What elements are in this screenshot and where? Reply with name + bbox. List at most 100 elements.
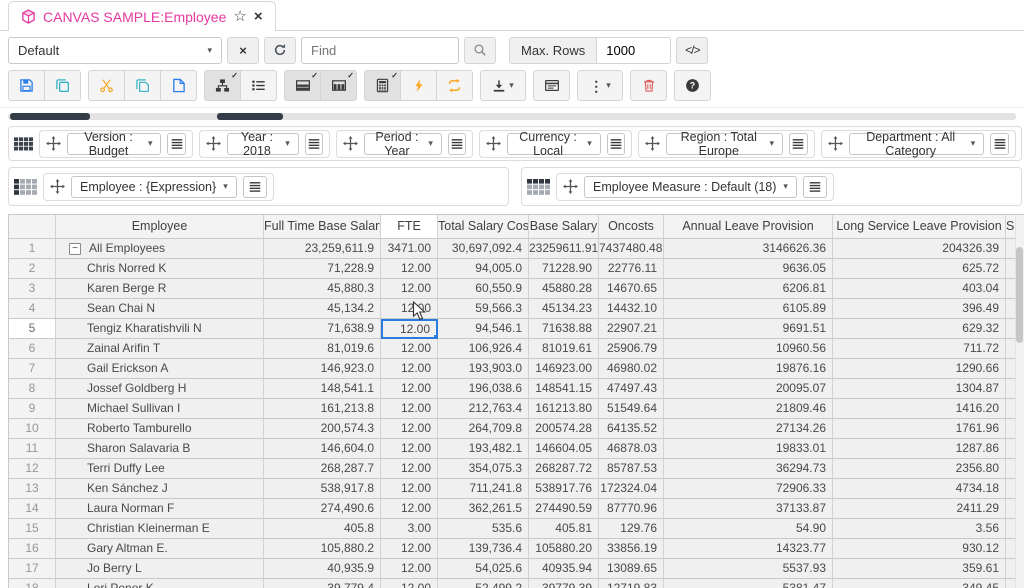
member-list-button[interactable] xyxy=(167,133,185,155)
value-cell[interactable]: 4734.18 xyxy=(833,479,1006,499)
value-cell[interactable]: 3471.00 xyxy=(381,239,438,259)
employee-cell[interactable]: Chris Norred K xyxy=(56,259,264,279)
value-cell[interactable]: 59,566.3 xyxy=(438,299,529,319)
value-cell[interactable]: 711.72 xyxy=(833,339,1006,359)
value-cell[interactable]: 274,490.6 xyxy=(264,499,381,519)
value-cell[interactable]: 2411.29 xyxy=(833,499,1006,519)
value-cell[interactable]: 362,261.5 xyxy=(438,499,529,519)
value-cell[interactable]: 46878.03 xyxy=(599,439,664,459)
value-cell[interactable]: 45880.28 xyxy=(529,279,599,299)
value-cell[interactable]: 33856.19 xyxy=(599,539,664,559)
employee-cell[interactable]: Jossef Goldberg H xyxy=(56,379,264,399)
value-cell[interactable]: 105,880.2 xyxy=(264,539,381,559)
row-number-cell[interactable]: 8 xyxy=(9,379,56,399)
move-icon[interactable] xyxy=(46,136,61,151)
value-cell[interactable]: 12.00 xyxy=(381,539,438,559)
employee-cell[interactable]: Laura Norman F xyxy=(56,499,264,519)
employee-cell[interactable]: Gary Altman E. xyxy=(56,539,264,559)
value-cell[interactable]: 5381.47 xyxy=(664,579,833,588)
employee-cell[interactable]: Tengiz Kharatishvili N xyxy=(56,319,264,339)
value-cell[interactable]: 1304.87 xyxy=(833,379,1006,399)
value-cell[interactable]: 268,287.7 xyxy=(264,459,381,479)
value-cell[interactable]: 535.6 xyxy=(438,519,529,539)
form-view-button[interactable] xyxy=(533,70,570,101)
value-cell[interactable]: 22907.21 xyxy=(599,319,664,339)
value-cell[interactable]: 52,499.2 xyxy=(438,579,529,588)
value-cell[interactable]: 193,482.1 xyxy=(438,439,529,459)
employee-cell[interactable]: Terri Duffy Lee xyxy=(56,459,264,479)
value-cell[interactable]: 359.61 xyxy=(833,559,1006,579)
value-cell[interactable]: 30,697,092.4 xyxy=(438,239,529,259)
value-cell[interactable]: 13089.65 xyxy=(599,559,664,579)
value-cell[interactable]: 172324.04 xyxy=(599,479,664,499)
filter-dropdown-currency[interactable]: Currency : Local ▾ xyxy=(507,133,601,155)
value-cell[interactable]: 23,259,611.9 xyxy=(264,239,381,259)
value-cell[interactable]: 22776.11 xyxy=(599,259,664,279)
value-cell[interactable]: 39779.39 xyxy=(529,579,599,588)
column-layout-button[interactable]: ✓ xyxy=(320,70,357,101)
column-header-annual-leave-provision[interactable]: Annual Leave Provision xyxy=(664,215,833,239)
value-cell[interactable]: 6206.81 xyxy=(664,279,833,299)
value-cell[interactable]: 1287.86 xyxy=(833,439,1006,459)
search-button[interactable] xyxy=(464,37,496,64)
column-header-oncosts[interactable]: Oncosts xyxy=(599,215,664,239)
find-input[interactable] xyxy=(301,37,459,64)
filter-dropdown-region[interactable]: Region : Total Europe ▾ xyxy=(666,133,783,155)
tab-canvas-sample-employee[interactable]: CANVAS SAMPLE:Employee ☆ × xyxy=(8,1,276,31)
value-cell[interactable]: 64135.52 xyxy=(599,419,664,439)
view-select[interactable]: Default ▾ xyxy=(8,37,222,64)
value-cell[interactable]: 2356.80 xyxy=(833,459,1006,479)
value-cell[interactable]: 3.56 xyxy=(833,519,1006,539)
value-cell[interactable]: 12.00 xyxy=(381,379,438,399)
value-cell[interactable]: 148,541.1 xyxy=(264,379,381,399)
row-number-cell[interactable]: 3 xyxy=(9,279,56,299)
value-cell[interactable]: 23259611.91 xyxy=(529,239,599,259)
value-cell[interactable]: 146923.00 xyxy=(529,359,599,379)
column-header-employee[interactable]: Employee xyxy=(56,215,264,239)
row-number-cell[interactable]: 9 xyxy=(9,399,56,419)
value-cell[interactable]: 39,779.4 xyxy=(264,579,381,588)
employee-cell[interactable]: Michael Sullivan I xyxy=(56,399,264,419)
value-cell[interactable]: 1761.96 xyxy=(833,419,1006,439)
employee-cell[interactable]: Karen Berge R xyxy=(56,279,264,299)
value-cell[interactable]: 3146626.36 xyxy=(664,239,833,259)
row-number-cell[interactable]: 13 xyxy=(9,479,56,499)
value-cell[interactable]: 274490.59 xyxy=(529,499,599,519)
employee-cell[interactable]: −All Employees xyxy=(56,239,264,259)
move-icon[interactable] xyxy=(828,136,843,151)
value-cell[interactable]: 161,213.8 xyxy=(264,399,381,419)
value-cell[interactable]: 12.00 xyxy=(381,499,438,519)
value-cell[interactable]: 129.76 xyxy=(599,519,664,539)
value-cell[interactable]: 40935.94 xyxy=(529,559,599,579)
row-layout-button[interactable]: ✓ xyxy=(284,70,321,101)
value-cell[interactable]: 12.00 xyxy=(381,259,438,279)
employee-cell[interactable]: Jo Berry L xyxy=(56,559,264,579)
value-cell[interactable]: 46980.02 xyxy=(599,359,664,379)
value-cell[interactable]: 204326.39 xyxy=(833,239,1006,259)
value-cell[interactable]: 12.00 xyxy=(381,479,438,499)
row-number-cell[interactable]: 18 xyxy=(9,579,56,588)
value-cell[interactable]: 40,935.9 xyxy=(264,559,381,579)
column-header-base-salary[interactable]: Base Salary xyxy=(529,215,599,239)
column-header-total-salary-costs[interactable]: Total Salary Costs xyxy=(438,215,529,239)
row-number-cell[interactable]: 11 xyxy=(9,439,56,459)
row-number-cell[interactable]: 4 xyxy=(9,299,56,319)
value-cell[interactable]: 403.04 xyxy=(833,279,1006,299)
value-cell[interactable]: 94,546.1 xyxy=(438,319,529,339)
value-cell[interactable]: 200,574.3 xyxy=(264,419,381,439)
filter-dropdown-period[interactable]: Period : Year ▾ xyxy=(364,133,442,155)
value-cell[interactable]: 146604.05 xyxy=(529,439,599,459)
splitter-handle[interactable] xyxy=(10,113,90,120)
value-cell[interactable]: 12.00 xyxy=(381,359,438,379)
filter-dropdown-version[interactable]: Version : Budget ▾ xyxy=(67,133,161,155)
value-cell[interactable]: 14432.10 xyxy=(599,299,664,319)
row-number-cell[interactable]: 14 xyxy=(9,499,56,519)
value-cell[interactable]: 12.00 xyxy=(381,339,438,359)
value-cell[interactable]: 72906.33 xyxy=(664,479,833,499)
value-cell[interactable]: 47497.43 xyxy=(599,379,664,399)
row-number-cell[interactable]: 10 xyxy=(9,419,56,439)
value-cell[interactable]: 106,926.4 xyxy=(438,339,529,359)
employee-cell[interactable]: Sharon Salavaria B xyxy=(56,439,264,459)
value-cell[interactable]: 193,903.0 xyxy=(438,359,529,379)
save-button[interactable] xyxy=(8,70,45,101)
